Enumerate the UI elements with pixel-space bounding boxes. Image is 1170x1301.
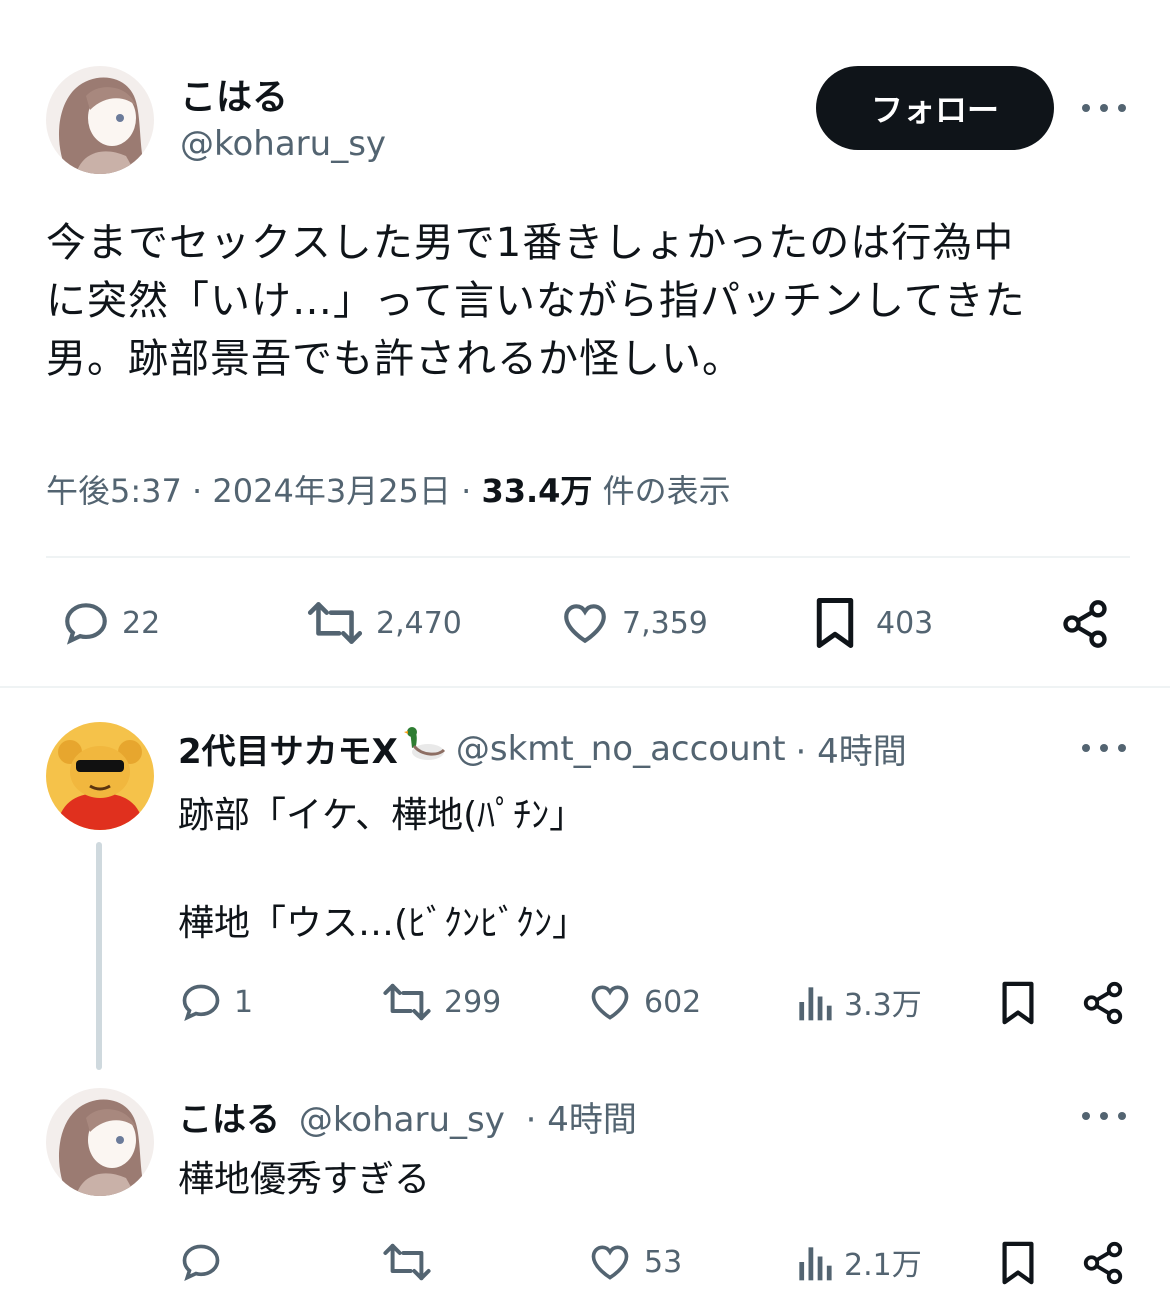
like-icon: [558, 598, 612, 648]
thread-line: [96, 842, 102, 1070]
reply1-time[interactable]: · 4時間: [796, 724, 907, 773]
like-icon: [586, 980, 634, 1024]
author-name[interactable]: こはる: [180, 68, 288, 120]
reply2-avatar[interactable]: [46, 1088, 154, 1196]
bookmark-icon: [998, 980, 1038, 1026]
retweet-count: 2,470: [376, 605, 462, 641]
reply-icon: [60, 598, 112, 648]
views-label: 件の表示: [602, 472, 731, 510]
tweet-text: 今までセックスした男で1番きしょかったのは行為中 に突然「いけ…」って言いながら…: [46, 214, 1146, 388]
share-icon: [1080, 1240, 1126, 1286]
share-icon: [1058, 598, 1112, 650]
more-icon[interactable]: [1082, 1106, 1126, 1126]
reply2-bookmark-button[interactable]: [998, 1240, 1038, 1286]
reply2-share-button[interactable]: [1080, 1240, 1126, 1286]
reply1-like-button[interactable]: 602: [586, 980, 701, 1024]
reply1-header: 2代目サカモX @skmt_no_account · 4時間: [178, 724, 907, 773]
duck-emoji: [402, 726, 446, 771]
reply1-retweet-button[interactable]: 299: [380, 980, 501, 1024]
bookmark-icon: [812, 596, 858, 650]
reply1-text-line: 樺地「ウス…(ﾋﾞｸﾝﾋﾞｸﾝ」: [178, 903, 589, 944]
views-count: 3.3万: [844, 988, 922, 1023]
bookmark-icon: [998, 1240, 1038, 1286]
bookmark-count: 403: [876, 605, 934, 641]
like-count: 602: [644, 984, 702, 1020]
reply1-share-button[interactable]: [1080, 980, 1126, 1026]
views-icon: [794, 1240, 834, 1284]
like-count: 53: [644, 1244, 683, 1280]
reply-count: 1: [234, 984, 254, 1020]
divider: [0, 686, 1170, 688]
reply1-handle[interactable]: @skmt_no_account: [456, 729, 786, 769]
reply1-avatar[interactable]: [46, 722, 154, 830]
reply1-bookmark-button[interactable]: [998, 980, 1038, 1026]
bookmark-button[interactable]: 403: [812, 596, 933, 650]
tweet-text-line: 男。跡部景吾でも許されるか怪しい。: [46, 336, 743, 382]
divider: [46, 556, 1130, 558]
retweet-icon: [380, 980, 434, 1024]
reply-count: 22: [122, 605, 161, 641]
tweet-text-line: 今までセックスした男で1番きしょかったのは行為中: [46, 220, 1015, 266]
like-count: 7,359: [622, 605, 708, 641]
reply2-text: 樺地優秀すぎる: [178, 1159, 431, 1200]
more-icon[interactable]: [1082, 98, 1126, 118]
reply2-retweet-button[interactable]: [380, 1240, 434, 1284]
retweet-count: 299: [444, 984, 502, 1020]
author-avatar[interactable]: [46, 66, 154, 174]
like-icon: [586, 1240, 634, 1284]
reply-button[interactable]: 22: [60, 598, 160, 648]
retweet-button[interactable]: 2,470: [304, 598, 462, 648]
views-count: 2.1万: [844, 1248, 922, 1283]
meta-separator: ·: [461, 472, 472, 510]
meta-separator: ·: [192, 472, 203, 510]
reply2-like-button[interactable]: 53: [586, 1240, 682, 1284]
share-icon: [1080, 980, 1126, 1026]
share-button[interactable]: [1058, 598, 1112, 650]
reply1-name[interactable]: 2代目サカモX: [178, 724, 398, 773]
reply2-name[interactable]: こはる: [178, 1100, 280, 1140]
reply2-time[interactable]: · 4時間: [526, 1100, 637, 1140]
reply2-views-button[interactable]: 2.1万: [794, 1240, 922, 1284]
more-icon[interactable]: [1082, 738, 1126, 758]
like-button[interactable]: 7,359: [558, 598, 708, 648]
tweet-meta: 午後5:37 · 2024年3月25日 · 33.4万 件の表示: [46, 466, 731, 512]
tweet-date[interactable]: 2024年3月25日: [212, 472, 451, 510]
author-handle[interactable]: @koharu_sy: [180, 124, 386, 164]
reply1-views-button[interactable]: 3.3万: [794, 980, 922, 1024]
tweet-text-line: に突然「いけ…」って言いながら指パッチンしてきた: [46, 278, 1026, 324]
views-icon: [794, 980, 834, 1024]
reply1-text-line: 跡部「イケ、樺地(ﾊﾟﾁﾝ」: [178, 795, 586, 836]
reply2-header: こはる @koharu_sy · 4時間: [178, 1092, 637, 1141]
reply-icon: [178, 1240, 224, 1284]
retweet-icon: [380, 1240, 434, 1284]
retweet-icon: [304, 598, 366, 648]
reply1-reply-button[interactable]: 1: [178, 980, 253, 1024]
reply2-handle[interactable]: @koharu_sy: [299, 1100, 505, 1140]
tweet-time[interactable]: 午後5:37: [46, 472, 182, 510]
reply-icon: [178, 980, 224, 1024]
reply2-reply-button[interactable]: [178, 1240, 224, 1284]
views-count[interactable]: 33.4万: [481, 472, 592, 510]
follow-button[interactable]: フォロー: [816, 66, 1054, 150]
